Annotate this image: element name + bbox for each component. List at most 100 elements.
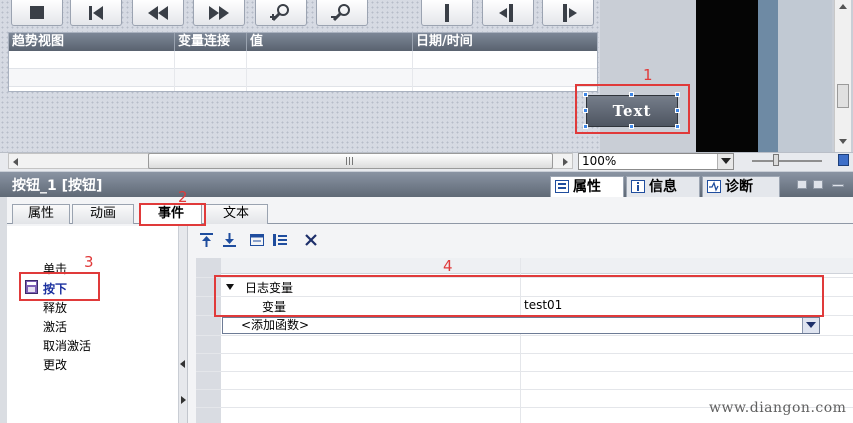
event-item-activate[interactable]: 激活 xyxy=(43,318,67,335)
move-down-icon[interactable] xyxy=(221,232,238,248)
chevron-down-icon xyxy=(721,158,731,164)
annotation-number-3: 3 xyxy=(84,253,94,271)
scroll-right-icon[interactable] xyxy=(181,396,187,404)
tab-properties-label: 属性 xyxy=(573,179,601,195)
tab-diagnostics[interactable]: 诊断 xyxy=(702,176,780,197)
add-function-dropdown-button[interactable] xyxy=(802,318,819,333)
delete-icon[interactable] xyxy=(303,232,320,248)
resize-handle[interactable] xyxy=(583,92,588,97)
fast-forward-icon xyxy=(209,5,229,20)
tab-diagnostics-label: 诊断 xyxy=(725,179,753,195)
event-item-deactivate[interactable]: 取消激活 xyxy=(43,337,91,354)
annotation-box-4 xyxy=(214,275,824,317)
table-row[interactable] xyxy=(9,69,597,87)
stop-button[interactable] xyxy=(11,0,63,26)
grid-header-row xyxy=(221,258,853,274)
vertical-scroll-thumb[interactable] xyxy=(837,84,849,108)
resize-handle[interactable] xyxy=(629,92,634,97)
resize-handle[interactable] xyxy=(675,108,680,113)
tab-info[interactable]: 信息 xyxy=(626,176,700,197)
horizontal-scroll-thumb[interactable] xyxy=(148,153,553,169)
watermark: www.diangon.com xyxy=(709,400,847,416)
info-icon xyxy=(631,180,645,193)
table-row[interactable] xyxy=(9,51,597,69)
grid-line xyxy=(196,353,853,354)
resize-handle[interactable] xyxy=(583,108,588,113)
zoom-select[interactable]: 100% xyxy=(578,153,734,170)
ruler-icon xyxy=(445,3,449,22)
add-function-select[interactable]: <添加函数> xyxy=(222,317,820,334)
ruler-back-icon xyxy=(499,3,513,22)
stop-icon xyxy=(30,5,44,19)
column-tag-connection[interactable]: 变量连接 xyxy=(175,33,247,51)
tab-info-label: 信息 xyxy=(649,179,677,195)
screen-preview-dark xyxy=(696,0,758,152)
resize-handle[interactable] xyxy=(629,124,634,129)
rewind-icon xyxy=(148,5,168,20)
float-window-icon[interactable] xyxy=(797,180,807,189)
column-value[interactable]: 值 xyxy=(247,33,413,51)
move-up-icon[interactable] xyxy=(198,232,215,248)
zoom-in-icon xyxy=(270,3,289,21)
annotation-box-2 xyxy=(139,203,206,226)
zoom-out-icon xyxy=(331,3,350,21)
scroll-right-icon[interactable] xyxy=(562,157,570,167)
annotation-box-3 xyxy=(19,272,100,301)
forward-button[interactable] xyxy=(193,0,245,26)
trend-table[interactable]: 趋势视图 变量连接 值 日期/时间 xyxy=(8,32,598,92)
collapse-all-icon[interactable] xyxy=(272,232,289,248)
tab-properties[interactable]: 属性 xyxy=(550,176,624,197)
resize-handle[interactable] xyxy=(675,124,680,129)
grid-line xyxy=(196,335,853,336)
menu-icon[interactable] xyxy=(813,180,823,189)
tab-text[interactable]: 文本 xyxy=(204,204,268,224)
scroll-down-icon[interactable] xyxy=(838,138,848,146)
rewind-button[interactable] xyxy=(132,0,184,26)
zoom-slider-thumb[interactable] xyxy=(773,154,779,166)
annotation-number-4: 4 xyxy=(443,257,453,275)
ruler-forward-icon xyxy=(563,3,577,22)
screen-preview-margin xyxy=(778,0,832,152)
zoom-slider-track[interactable] xyxy=(752,160,822,162)
grid-line xyxy=(196,371,853,372)
expand-all-icon[interactable] xyxy=(249,232,266,248)
ruler-button[interactable] xyxy=(421,0,473,26)
minimize-icon[interactable] xyxy=(832,184,844,187)
zoom-out-button[interactable] xyxy=(316,0,368,26)
chevron-down-icon xyxy=(806,322,816,328)
trend-table-header: 趋势视图 变量连接 值 日期/时间 xyxy=(9,33,597,51)
scroll-up-icon[interactable] xyxy=(838,2,848,10)
column-divider xyxy=(412,51,413,91)
ruler-back-button[interactable] xyxy=(482,0,534,26)
tab-animation[interactable]: 动画 xyxy=(72,204,134,224)
zoom-dropdown-button[interactable] xyxy=(717,154,733,169)
column-divider xyxy=(174,51,175,91)
inspector-title: 按钮_1 [按钮] xyxy=(12,178,103,194)
zoom-in-button[interactable] xyxy=(255,0,307,26)
resize-handle[interactable] xyxy=(583,124,588,129)
scroll-left-icon[interactable] xyxy=(11,157,19,167)
grid-line xyxy=(196,389,853,390)
go-to-start-button[interactable] xyxy=(70,0,122,26)
ruler-forward-button[interactable] xyxy=(542,0,594,26)
event-list-splitter[interactable] xyxy=(179,226,188,423)
zoom-fit-icon[interactable] xyxy=(838,154,849,166)
grip-icon xyxy=(346,157,353,165)
resize-handle[interactable] xyxy=(675,92,680,97)
scroll-left-icon[interactable] xyxy=(180,360,186,368)
column-divider xyxy=(246,51,247,91)
vertical-scrollbar[interactable] xyxy=(834,0,851,152)
skip-back-icon xyxy=(89,5,103,20)
screen-preview-edge xyxy=(758,0,778,152)
column-trend-view[interactable]: 趋势视图 xyxy=(9,33,175,51)
properties-icon xyxy=(555,180,569,193)
annotation-number-1: 1 xyxy=(643,66,653,84)
tab-properties-sub[interactable]: 属性 xyxy=(12,204,70,224)
selected-button-object[interactable]: Text xyxy=(583,92,680,129)
diagnostics-icon xyxy=(707,180,721,193)
event-item-release[interactable]: 释放 xyxy=(43,299,67,316)
column-date-time[interactable]: 日期/时间 xyxy=(413,33,597,51)
text-button[interactable]: Text xyxy=(586,95,678,127)
function-list-toolbar xyxy=(195,229,853,251)
event-item-change[interactable]: 更改 xyxy=(43,356,67,373)
